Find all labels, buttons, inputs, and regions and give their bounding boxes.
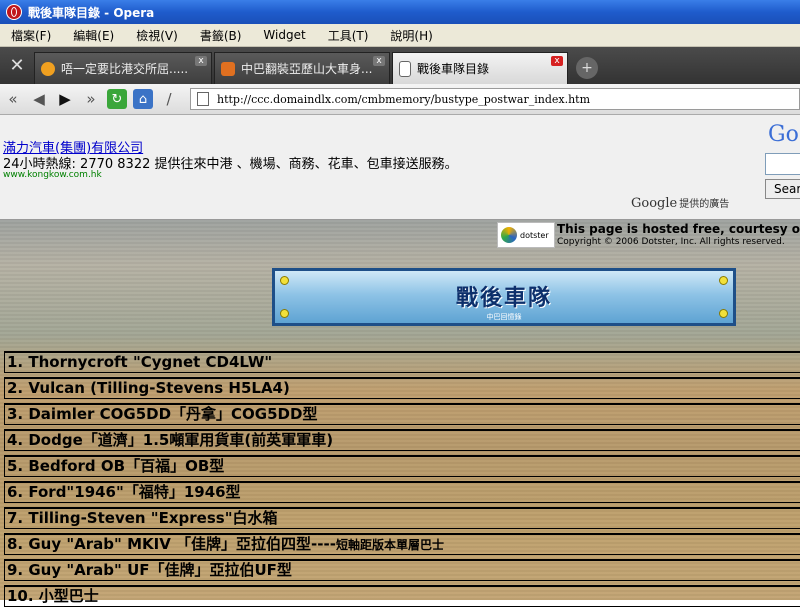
menu-bookmarks[interactable]: 書籤(B) — [189, 27, 253, 44]
vehicle-name[interactable]: 4. Dodge「道濟」1.5噸軍用貨車(前英軍軍車) — [7, 431, 333, 449]
page-content: dotster This page is hosted free, courte… — [0, 220, 800, 607]
menu-help[interactable]: 說明(H) — [379, 27, 443, 44]
reload-icon[interactable]: ↻ — [107, 89, 127, 109]
google-logo: Goo — [768, 122, 800, 147]
dotster-logo-text: dotster — [520, 230, 549, 240]
tab-forum-1[interactable]: 唔一定要比港交所屈..... x — [34, 52, 212, 84]
hosted-notice: This page is hosted free, courtesy of D — [557, 222, 800, 236]
vehicle-name[interactable]: 5. Bedford OB「百福」OB型 — [7, 457, 224, 475]
banner-rivet-icon — [280, 309, 289, 318]
tab-close-icon[interactable]: x — [551, 56, 563, 66]
tab-postwar-fleet[interactable]: 戰後車隊目錄 x — [392, 52, 568, 84]
banner-rivet-icon — [280, 276, 289, 285]
vehicle-row[interactable]: 1. Thornycroft "Cygnet CD4LW" — [4, 351, 800, 373]
vehicle-row[interactable]: 6. Ford"1946"「福特」1946型 — [4, 481, 800, 503]
vehicle-name[interactable]: 6. Ford"1946"「福特」1946型 — [7, 483, 241, 501]
ads-by-google-text: 提供的廣告 — [679, 199, 730, 210]
dotster-logo[interactable]: dotster — [497, 222, 555, 248]
vehicle-row[interactable]: 3. Daimler COG5DD「丹拿」COG5DD型 — [4, 403, 800, 425]
window-titlebar: 戰後車隊目錄 - Opera — [0, 0, 800, 24]
tab-label: 中巴翻裝亞歷山大車身... — [241, 62, 373, 76]
copyright-text: Copyright © 2006 Dotster, Inc. All right… — [557, 237, 785, 247]
hosted-text: This page is hosted free, courtesy of — [557, 222, 800, 236]
navigation-bar: « ◀ ▶ » ↻ ⌂ / http://ccc.domaindlx.com/c… — [0, 84, 800, 115]
vehicle-note: 短軸距版本單層巴士 — [335, 538, 444, 552]
vehicle-name[interactable]: 8. Guy "Arab" MKIV 「佳牌」亞拉伯四型---- — [7, 535, 336, 553]
tab-close-icon[interactable]: x — [373, 56, 385, 66]
back-icon[interactable]: ◀ — [26, 87, 52, 111]
vehicle-row[interactable]: 4. Dodge「道濟」1.5噸軍用貨車(前英軍軍車) — [4, 429, 800, 451]
opera-logo-icon — [6, 4, 22, 20]
tab-label: 唔一定要比港交所屈..... — [61, 62, 189, 76]
menu-tools[interactable]: 工具(T) — [317, 27, 380, 44]
vehicle-row[interactable]: 8. Guy "Arab" MKIV 「佳牌」亞拉伯四型----短軸距版本單層巴… — [4, 533, 800, 555]
home-icon[interactable]: ⌂ — [133, 89, 153, 109]
page-icon — [197, 92, 209, 106]
vehicle-row[interactable]: 10. 小型巴士 — [4, 585, 800, 607]
vehicle-name[interactable]: 2. Vulcan (Tilling-Stevens H5LA4) — [7, 379, 290, 397]
rewind-icon[interactable]: « — [0, 87, 26, 111]
google-search-input[interactable] — [765, 153, 800, 175]
tab-bar: ✕ 唔一定要比港交所屈..... x 中巴翻裝亞歷山大車身... x 戰後車隊目… — [0, 47, 800, 84]
ad-url[interactable]: www.kongkow.com.hk — [3, 170, 102, 180]
dotster-globe-icon — [501, 227, 517, 243]
vehicle-row[interactable]: 7. Tilling-Steven "Express"白水箱 — [4, 507, 800, 529]
google-search-button[interactable]: Sear — [765, 179, 800, 199]
vehicle-row[interactable]: 5. Bedford OB「百福」OB型 — [4, 455, 800, 477]
vehicle-row[interactable]: 2. Vulcan (Tilling-Stevens H5LA4) — [4, 377, 800, 399]
tab-close-icon[interactable]: x — [195, 56, 207, 66]
banner-subtitle: 中巴回憶錄 — [486, 313, 522, 321]
vehicle-name[interactable]: 1. Thornycroft "Cygnet CD4LW" — [7, 353, 272, 371]
vehicle-name[interactable]: 3. Daimler COG5DD「丹拿」COG5DD型 — [7, 405, 317, 423]
vehicle-name[interactable]: 10. 小型巴士 — [7, 587, 99, 605]
menu-file[interactable]: 檔案(F) — [0, 27, 62, 44]
menu-widget[interactable]: Widget — [252, 28, 316, 42]
vehicle-row[interactable]: 9. Guy "Arab" UF「佳牌」亞拉伯UF型 — [4, 559, 800, 581]
speech-bubble-icon — [41, 61, 55, 76]
forum-favicon-icon — [221, 61, 235, 76]
vehicle-list: 1. Thornycroft "Cygnet CD4LW" 2. Vulcan … — [4, 351, 800, 611]
tab-label: 戰後車隊目錄 — [417, 62, 490, 76]
vehicle-name[interactable]: 9. Guy "Arab" UF「佳牌」亞拉伯UF型 — [7, 561, 292, 579]
ads-by-google[interactable]: Google 提供的廣告 — [631, 195, 729, 211]
google-ad-area: 滿力汽車(集團)有限公司 24小時熱線: 2770 8322 提供往來中港 、機… — [0, 115, 800, 220]
fast-forward-icon[interactable]: » — [78, 87, 104, 111]
window-title: 戰後車隊目錄 - Opera — [28, 5, 155, 20]
tools-panel-icon[interactable]: ✕ — [0, 47, 34, 84]
page-banner: 戰後車隊 中巴回憶錄 — [272, 268, 736, 326]
menu-bar: 檔案(F) 編輯(E) 檢視(V) 書籤(B) Widget 工具(T) 說明(… — [0, 24, 800, 47]
address-url[interactable]: http://ccc.domaindlx.com/cmbmemory/busty… — [217, 93, 590, 106]
banner-title: 戰後車隊 — [455, 286, 552, 311]
new-tab-icon[interactable]: + — [576, 57, 598, 79]
tab-forum-2[interactable]: 中巴翻裝亞歷山大車身... x — [214, 52, 390, 84]
forward-icon[interactable]: ▶ — [52, 87, 78, 111]
menu-edit[interactable]: 編輯(E) — [62, 27, 125, 44]
address-bar[interactable]: http://ccc.domaindlx.com/cmbmemory/busty… — [190, 88, 800, 110]
banner-rivet-icon — [719, 276, 728, 285]
page-icon — [399, 60, 411, 77]
ads-by-google-logo: Google — [631, 196, 678, 211]
banner-rivet-icon — [719, 309, 728, 318]
wand-icon[interactable]: / — [156, 87, 182, 111]
menu-view[interactable]: 檢視(V) — [125, 27, 189, 44]
vehicle-name[interactable]: 7. Tilling-Steven "Express"白水箱 — [7, 509, 278, 527]
